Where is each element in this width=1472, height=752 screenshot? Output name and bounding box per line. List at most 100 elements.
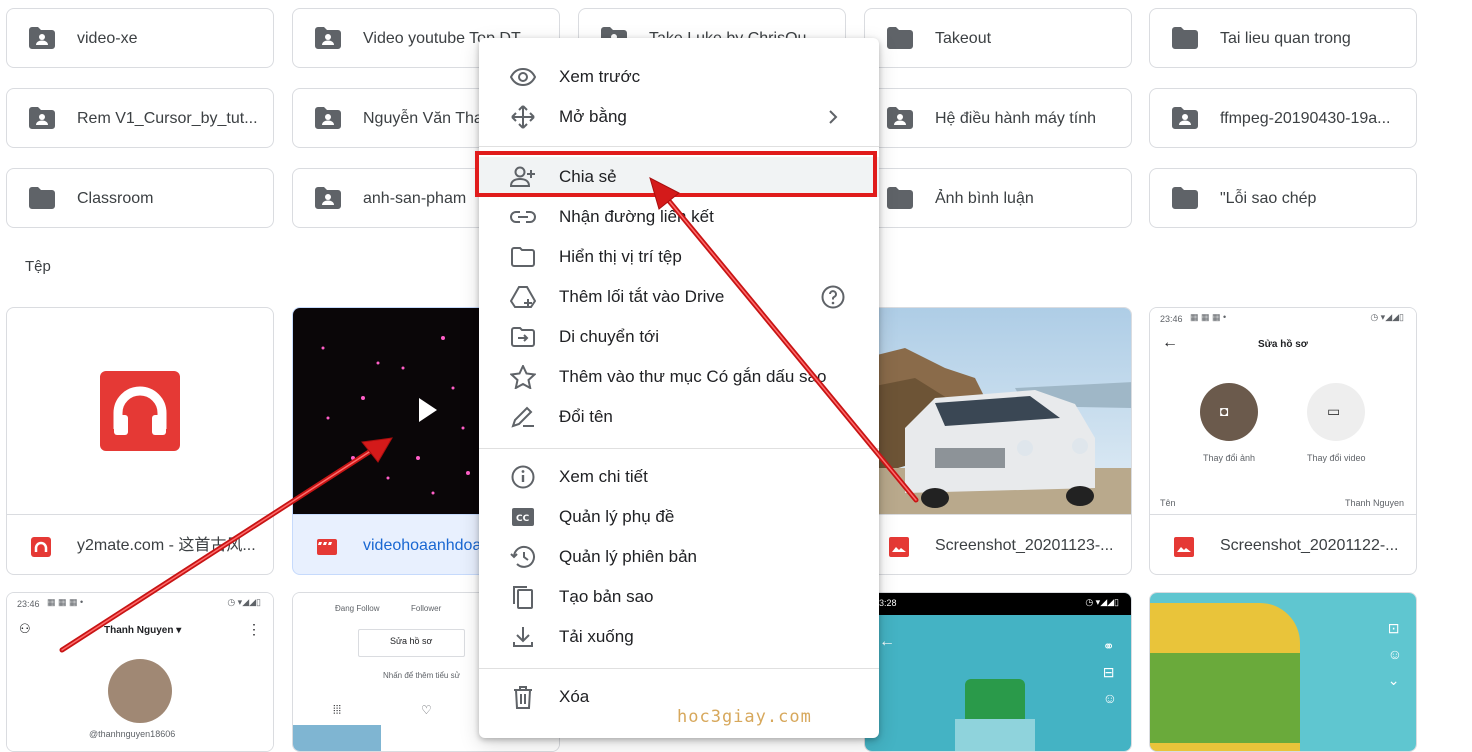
menu-item-label: Xóa [559,687,590,706]
video-camera-icon: ▭ [1327,403,1341,419]
tool-icons: ⚭ ⊟ ☺ [1102,638,1117,706]
eye-icon [510,67,536,87]
menu-divider [479,668,879,669]
status-icons: ▦ ▦ ▦ • [1190,312,1227,322]
file-name: videohoaanhdoan [363,537,491,554]
headphones-app-icon [31,537,51,557]
folder-card[interactable]: Takeout [864,8,1132,68]
shared-folder-icon [887,107,913,129]
help-icon[interactable] [821,285,845,309]
menu-item-label: Quản lý phụ đề [559,507,675,526]
link-icon [510,211,536,223]
folder-card[interactable]: video-xe [6,8,274,68]
file-name: Screenshot_20201123-... [935,537,1114,554]
file-card[interactable]: 23:46 ▦ ▦ ▦ • ◷ ▾◢◢▯ ← Sửa hồ sơ ◘ ▭ Tha… [1149,307,1417,575]
file-card[interactable]: ⊡ ☺ ⌄ [1149,592,1417,752]
folder-icon [1172,187,1198,209]
change-video-label: Thay đổi video [1307,453,1366,463]
status-right-icons: ◷ ▾◢◢▯ [227,597,261,607]
folder-outline-icon [511,247,535,267]
chevron-right-icon [829,110,838,124]
star-icon [510,365,536,389]
menu-item-details[interactable]: Xem chi tiết [479,457,879,497]
menu-item-captions[interactable]: CC Quản lý phụ đề [479,497,879,537]
profile-username: Thanh Nguyen ▾ [104,625,182,636]
menu-item-label: Tải xuống [559,627,634,646]
headphones-app-icon [100,371,180,451]
menu-item-add-starred[interactable]: Thêm vào thư mục Có gắn dấu sao [479,357,879,397]
menu-item-rename[interactable]: Đổi tên [479,397,879,437]
bottle-cap [965,679,1025,719]
following-label: Đang Follow [335,604,380,613]
folder-icon [29,187,55,209]
watermark: hoc3giay.com [677,707,812,727]
file-card[interactable]: 3:28 ◷ ▾◢◢▯ ← ⚭ ⊟ ☺ [864,592,1132,752]
file-caption: Screenshot_20201122-... [1150,514,1416,574]
file-card[interactable]: 23:46 ▦ ▦ ▦ • ◷ ▾◢◢▯ ⚇ Thanh Nguyen ▾ ⋮ … [6,592,274,752]
tool-icons: ⊡ ☺ ⌄ [1387,620,1402,688]
video-icon [317,539,337,555]
play-icon [419,398,437,422]
copy-icon [513,586,533,609]
profile-handle: @thanhnguyen18606 [89,729,176,739]
folder-card[interactable]: Rem V1_Cursor_by_tut... [6,88,274,148]
folder-card[interactable]: "Lỗi sao chép [1149,168,1417,228]
status-time: 23:46 [17,599,40,609]
file-card[interactable]: y2mate.com - 这首古风... [6,307,274,575]
download-icon [513,627,533,647]
menu-item-show-location[interactable]: Hiển thị vị trí tệp [479,237,879,277]
menu-item-open-with[interactable]: Mở bằng [479,97,879,137]
add-person-icon: ⚇ [19,621,31,636]
file-name: Screenshot_20201122-... [1220,537,1399,554]
bottle [955,719,1035,751]
menu-item-add-shortcut[interactable]: Thêm lối tắt vào Drive [479,277,879,317]
pencil-icon [511,406,534,428]
folder-name: Takeout [935,30,992,47]
folder-card[interactable]: Ảnh bình luận [864,168,1132,228]
menu-item-label: Di chuyển tới [559,327,659,346]
folder-card[interactable]: ffmpeg-20190430-19a... [1149,88,1417,148]
context-menu: Xem trước Mở bằng Chia sẻ Nhận đường liê… [479,38,879,738]
menu-item-download[interactable]: Tải xuống [479,617,879,657]
menu-item-make-copy[interactable]: Tạo bản sao [479,577,879,617]
status-icons: ▦ ▦ ▦ • [47,597,84,607]
trash-icon [514,686,532,709]
menu-item-label: Tạo bản sao [559,587,654,606]
menu-item-versions[interactable]: Quản lý phiên bản [479,537,879,577]
grid-icon: ⦙⦙⦙ [333,703,342,717]
history-icon [510,545,535,568]
status-time: 3:28 [879,598,897,608]
menu-item-label: Xem chi tiết [559,467,648,486]
camera-icon: ◘ [1220,403,1229,419]
name-label: Tên [1160,498,1176,508]
image-icon [1174,537,1194,557]
folder-name: Classroom [77,190,154,207]
folder-card[interactable]: Tai lieu quan trong [1149,8,1417,68]
folder-card[interactable]: Hệ điều hành máy tính [864,88,1132,148]
shared-folder-icon [29,27,55,49]
menu-item-preview[interactable]: Xem trước [479,57,879,97]
status-time: 23:46 [1160,314,1183,324]
menu-item-move-to[interactable]: Di chuyển tới [479,317,879,357]
folder-name: Tai lieu quan trong [1220,30,1351,47]
file-thumbnail [7,308,273,514]
file-caption: Screenshot_20201123-... [865,514,1131,574]
folder-card[interactable]: Classroom [6,168,274,228]
menu-item-label: Mở bằng [559,107,627,126]
folder-name: ffmpeg-20190430-19a... [1220,110,1391,127]
info-icon [511,465,535,489]
menu-item-label: Xem trước [559,67,641,86]
car-photo-thumbnail [865,308,1131,514]
status-right-icons: ◷ ▾◢◢▯ [1370,312,1404,322]
menu-divider [479,146,879,147]
back-arrow-icon: ← [1162,334,1178,351]
back-arrow-icon: ← [879,633,895,650]
menu-item-label: Thêm vào thư mục Có gắn dấu sao [559,367,827,386]
file-card[interactable]: Screenshot_20201123-... [864,307,1132,575]
move-to-folder-icon [511,327,535,347]
avatar [108,659,172,723]
menu-item-get-link[interactable]: Nhận đường liên kết [479,197,879,237]
svg-text:CC: CC [516,514,530,524]
more-icon: ⋮ [247,621,261,637]
menu-item-label: Thêm lối tắt vào Drive [559,287,725,306]
